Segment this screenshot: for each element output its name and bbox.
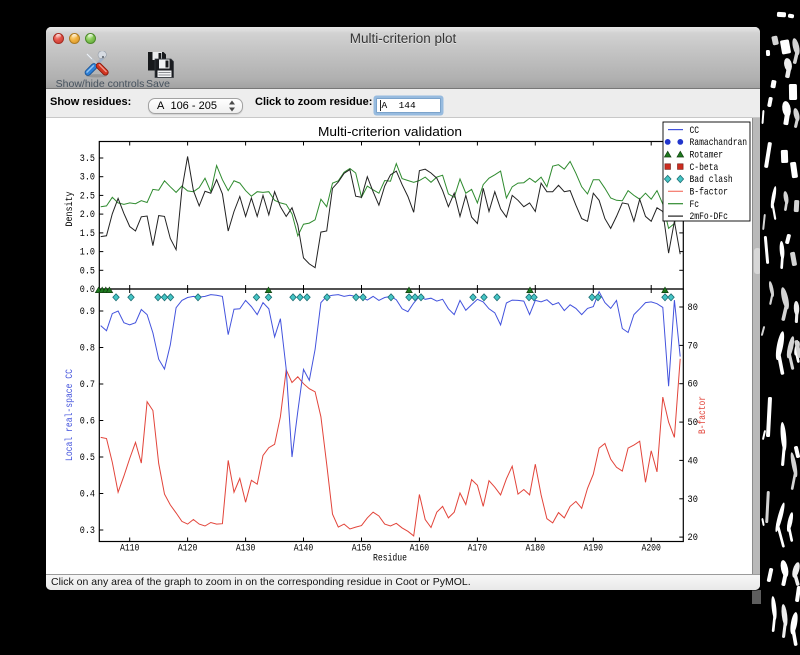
svg-text:2.5: 2.5 bbox=[80, 190, 95, 202]
svg-text:70: 70 bbox=[688, 340, 698, 352]
svg-text:Bad clash: Bad clash bbox=[690, 174, 733, 186]
svg-text:0.8: 0.8 bbox=[80, 343, 95, 355]
svg-text:A140: A140 bbox=[294, 543, 314, 555]
svg-text:40: 40 bbox=[688, 455, 698, 467]
svg-text:Residue: Residue bbox=[373, 553, 407, 565]
svg-text:30: 30 bbox=[688, 494, 698, 506]
svg-text:Multi-criterion validation: Multi-criterion validation bbox=[318, 124, 462, 139]
svg-text:Fc: Fc bbox=[690, 199, 700, 211]
svg-text:1.5: 1.5 bbox=[80, 228, 95, 240]
svg-text:2.0: 2.0 bbox=[80, 209, 95, 221]
svg-text:80: 80 bbox=[688, 302, 698, 314]
svg-text:A170: A170 bbox=[468, 543, 488, 555]
svg-text:A130: A130 bbox=[236, 543, 256, 555]
svg-text:Rotamer: Rotamer bbox=[690, 150, 724, 162]
svg-text:0.6: 0.6 bbox=[80, 416, 95, 428]
svg-text:A110: A110 bbox=[120, 543, 140, 555]
svg-text:0.3: 0.3 bbox=[80, 525, 95, 537]
svg-text:A120: A120 bbox=[178, 543, 198, 555]
svg-text:0.0: 0.0 bbox=[80, 284, 95, 296]
svg-text:0.5: 0.5 bbox=[80, 265, 95, 277]
svg-text:A180: A180 bbox=[526, 543, 546, 555]
svg-text:0.4: 0.4 bbox=[80, 489, 95, 501]
svg-text:A190: A190 bbox=[584, 543, 604, 555]
svg-text:60: 60 bbox=[688, 379, 698, 391]
svg-text:A200: A200 bbox=[641, 543, 661, 555]
svg-text:B-factor: B-factor bbox=[697, 396, 709, 434]
svg-text:20: 20 bbox=[688, 532, 698, 544]
svg-text:Ramachandran: Ramachandran bbox=[690, 137, 748, 149]
svg-text:1.0: 1.0 bbox=[80, 247, 95, 259]
svg-text:0.9: 0.9 bbox=[80, 306, 95, 318]
svg-text:Local real-space CC: Local real-space CC bbox=[64, 369, 76, 461]
svg-text:B-factor: B-factor bbox=[690, 187, 728, 199]
svg-text:A160: A160 bbox=[410, 543, 430, 555]
svg-text:0.7: 0.7 bbox=[80, 379, 95, 391]
svg-text:2mFo-DFc: 2mFo-DFc bbox=[690, 211, 728, 223]
svg-text:Density: Density bbox=[64, 192, 76, 227]
svg-text:3.0: 3.0 bbox=[80, 172, 95, 184]
svg-text:3.5: 3.5 bbox=[80, 153, 95, 165]
svg-text:C-beta: C-beta bbox=[690, 162, 719, 174]
svg-text:CC: CC bbox=[690, 125, 700, 137]
svg-text:A150: A150 bbox=[352, 543, 372, 555]
svg-text:0.5: 0.5 bbox=[80, 452, 95, 464]
